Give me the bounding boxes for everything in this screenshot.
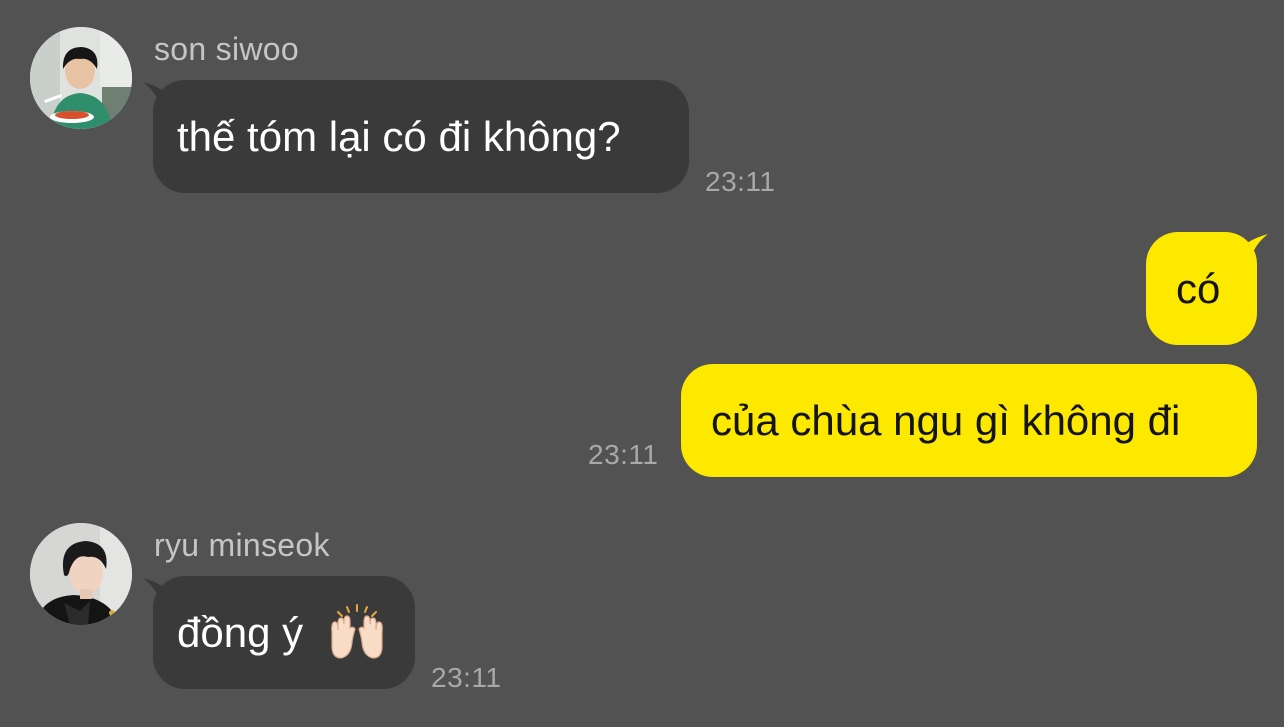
sender-avatar[interactable]: [30, 523, 132, 625]
message-text: của chùa ngu gì không đi: [711, 397, 1181, 444]
sender-name: ryu minseok: [154, 527, 330, 563]
message-bubble[interactable]: đồng ý: [153, 576, 415, 689]
message-text: có: [1176, 265, 1221, 312]
message-bubble[interactable]: thế tóm lại có đi không?: [153, 80, 689, 193]
profile-photo-icon: [30, 27, 132, 129]
message-timestamp: 23:11: [431, 662, 502, 693]
message-text: thế tóm lại có đi không?: [177, 113, 621, 160]
message-bubble[interactable]: có: [1146, 232, 1257, 345]
profile-photo-icon: [30, 523, 132, 625]
sender-avatar[interactable]: [30, 27, 132, 129]
raising-hands-emoji-icon: [330, 603, 383, 659]
sender-name: son siwoo: [154, 31, 299, 67]
message-timestamp: 23:11: [588, 439, 659, 470]
message-timestamp: 23:11: [705, 166, 776, 197]
message-text: đồng ý: [177, 609, 304, 656]
message-bubble[interactable]: của chùa ngu gì không đi: [681, 364, 1257, 477]
